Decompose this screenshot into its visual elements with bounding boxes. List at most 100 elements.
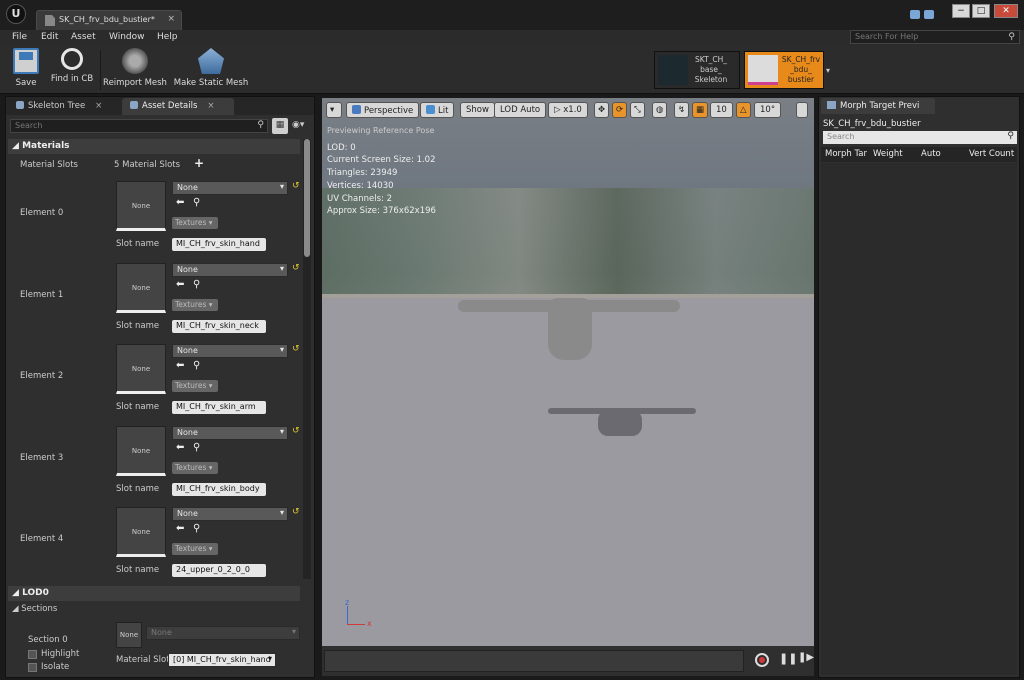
property-matrix-button[interactable]: ▦ [272,118,288,134]
lod0-section-header[interactable]: ◢ LOD0 [8,586,300,601]
pause-button[interactable]: ❚❚ [779,652,797,665]
browse-magnifier-icon[interactable]: ⚲ [193,197,200,208]
save-button[interactable]: Save [6,48,46,92]
viewport-options-button[interactable]: ▾ [326,102,342,118]
add-material-slot-icon[interactable]: + [194,156,204,170]
minimize-button[interactable]: − [952,4,970,18]
reset-to-default-icon[interactable]: ↺ [292,507,300,517]
textures-dropdown[interactable]: Textures ▾ [172,462,218,474]
reset-to-default-icon[interactable]: ↺ [292,426,300,436]
col-vert-count[interactable]: Vert Count [969,149,1014,159]
material-picker[interactable]: None ▾ [172,263,288,277]
material-thumbnail[interactable]: None [116,507,166,557]
tab-asset-details[interactable]: Asset Details × [122,98,234,115]
asset-dropdown-chevron-icon[interactable]: ▾ [826,66,830,75]
close-window-button[interactable]: ✕ [994,4,1018,18]
material-thumbnail[interactable]: None [116,263,166,313]
material-slot-dropdown[interactable]: [0] MI_CH_frv_skin_hand ▾ [168,653,276,667]
find-in-cb-button[interactable]: Find in CB [48,48,96,92]
morph-target-list[interactable] [821,163,1017,675]
sections-label: Sections [21,604,58,614]
use-selected-arrow-icon[interactable]: ⬅ [176,360,184,371]
use-selected-arrow-icon[interactable]: ⬅ [176,279,184,290]
slot-name-field[interactable]: MI_CH_frv_skin_neck [172,320,266,333]
lod-auto-button[interactable]: LOD Auto [494,102,547,118]
grid-snap-icon[interactable]: ▦ [692,102,709,118]
viewport-maximize-button[interactable] [796,102,808,118]
rotate-mode-icon[interactable]: ⟳ [612,102,628,118]
slot-name-field[interactable]: 24_upper_0_2_0_0 [172,564,266,577]
tab-skeleton-tree[interactable]: Skeleton Tree × [8,98,120,115]
scale-mode-icon[interactable]: ⤡ [630,102,645,118]
chat-icon[interactable] [910,10,920,19]
tab-close-icon[interactable]: × [95,101,102,111]
translate-mode-icon[interactable]: ✥ [594,102,610,118]
section-material-thumbnail[interactable]: None [116,622,142,648]
textures-dropdown[interactable]: Textures ▾ [172,217,218,229]
reset-to-default-icon[interactable]: ↺ [292,344,300,354]
maximize-button[interactable]: □ [972,4,990,18]
material-picker[interactable]: None ▾ [172,426,288,440]
browse-magnifier-icon[interactable]: ⚲ [193,442,200,453]
material-picker[interactable]: None ▾ [172,507,288,521]
rotation-snap-value-button[interactable]: 10° [754,102,782,118]
menu-help[interactable]: Help [157,32,178,42]
lit-button[interactable]: Lit [420,102,455,118]
reset-to-default-icon[interactable]: ↺ [292,263,300,273]
rotation-snap-icon[interactable]: △ [736,102,751,118]
details-scrollbar-thumb[interactable] [304,139,310,257]
tab-close-icon[interactable]: × [207,101,214,111]
material-thumbnail[interactable]: None [116,426,166,476]
textures-dropdown[interactable]: Textures ▾ [172,543,218,555]
col-auto[interactable]: Auto [921,149,941,159]
highlight-checkbox[interactable] [28,650,37,659]
reset-to-default-icon[interactable]: ↺ [292,181,300,191]
menu-file[interactable]: File [12,32,27,42]
material-picker[interactable]: None ▾ [172,344,288,358]
use-selected-arrow-icon[interactable]: ⬅ [176,442,184,453]
col-morph-target[interactable]: Morph Tar [825,149,867,159]
materials-section-header[interactable]: ◢ Materials [8,139,300,154]
material-thumbnail-label: None [131,528,151,536]
help-search-input[interactable]: Search For Help ⚲ [850,30,1020,44]
reimport-mesh-button[interactable]: Reimport Mesh [102,48,168,92]
mesh-asset-card[interactable]: SK_CH_frv _bdu_ bustier [744,51,824,89]
menu-window[interactable]: Window [109,32,145,42]
browse-magnifier-icon[interactable]: ⚲ [193,523,200,534]
menu-asset[interactable]: Asset [71,32,96,42]
make-static-mesh-button[interactable]: Make Static Mesh [172,48,250,92]
perspective-button[interactable]: Perspective [346,102,420,118]
skeleton-asset-card[interactable]: SKT_CH_ base_ Skeleton [654,51,740,89]
browse-magnifier-icon[interactable]: ⚲ [193,279,200,290]
step-forward-button[interactable]: ❚▶ [798,652,814,663]
view-options-eye-icon[interactable]: ◉▾ [292,120,304,130]
material-picker[interactable]: None ▾ [172,181,288,195]
grid-size-button[interactable]: 10 [710,102,733,118]
menu-edit[interactable]: Edit [41,32,58,42]
material-thumbnail[interactable]: None [116,181,166,231]
details-search-input[interactable]: Search ⚲ [10,119,268,133]
slot-name-field[interactable]: MI_CH_frv_skin_arm [172,401,266,414]
record-button[interactable] [755,653,769,667]
material-thumbnail[interactable]: None [116,344,166,394]
isolate-checkbox[interactable] [28,663,37,672]
document-tab[interactable]: SK_CH_frv_bdu_bustier* × [36,10,182,30]
use-selected-arrow-icon[interactable]: ⬅ [176,197,184,208]
textures-dropdown[interactable]: Textures ▾ [172,299,218,311]
use-selected-arrow-icon[interactable]: ⬅ [176,523,184,534]
learn-icon[interactable] [924,10,934,19]
surface-snap-icon[interactable]: ↯ [674,102,690,118]
morph-search-input[interactable]: Search ⚲ [823,131,1017,144]
document-tab-close-icon[interactable]: × [167,14,175,24]
slot-name-field[interactable]: MI_CH_frv_skin_hand [172,238,266,251]
textures-dropdown[interactable]: Textures ▾ [172,380,218,392]
sections-subheader[interactable]: ◢ Sections [12,604,57,614]
slot-name-field[interactable]: MI_CH_frv_skin_body [172,483,266,496]
show-button[interactable]: Show [460,102,495,118]
col-weight[interactable]: Weight [873,149,903,159]
world-local-icon[interactable]: ◍ [652,102,668,118]
playback-speed-button[interactable]: ▷ x1.0 [548,102,588,118]
tab-morph-target-preview[interactable]: Morph Target Previ [821,98,935,114]
browse-magnifier-icon[interactable]: ⚲ [193,360,200,371]
timeline-bar[interactable] [324,650,744,672]
